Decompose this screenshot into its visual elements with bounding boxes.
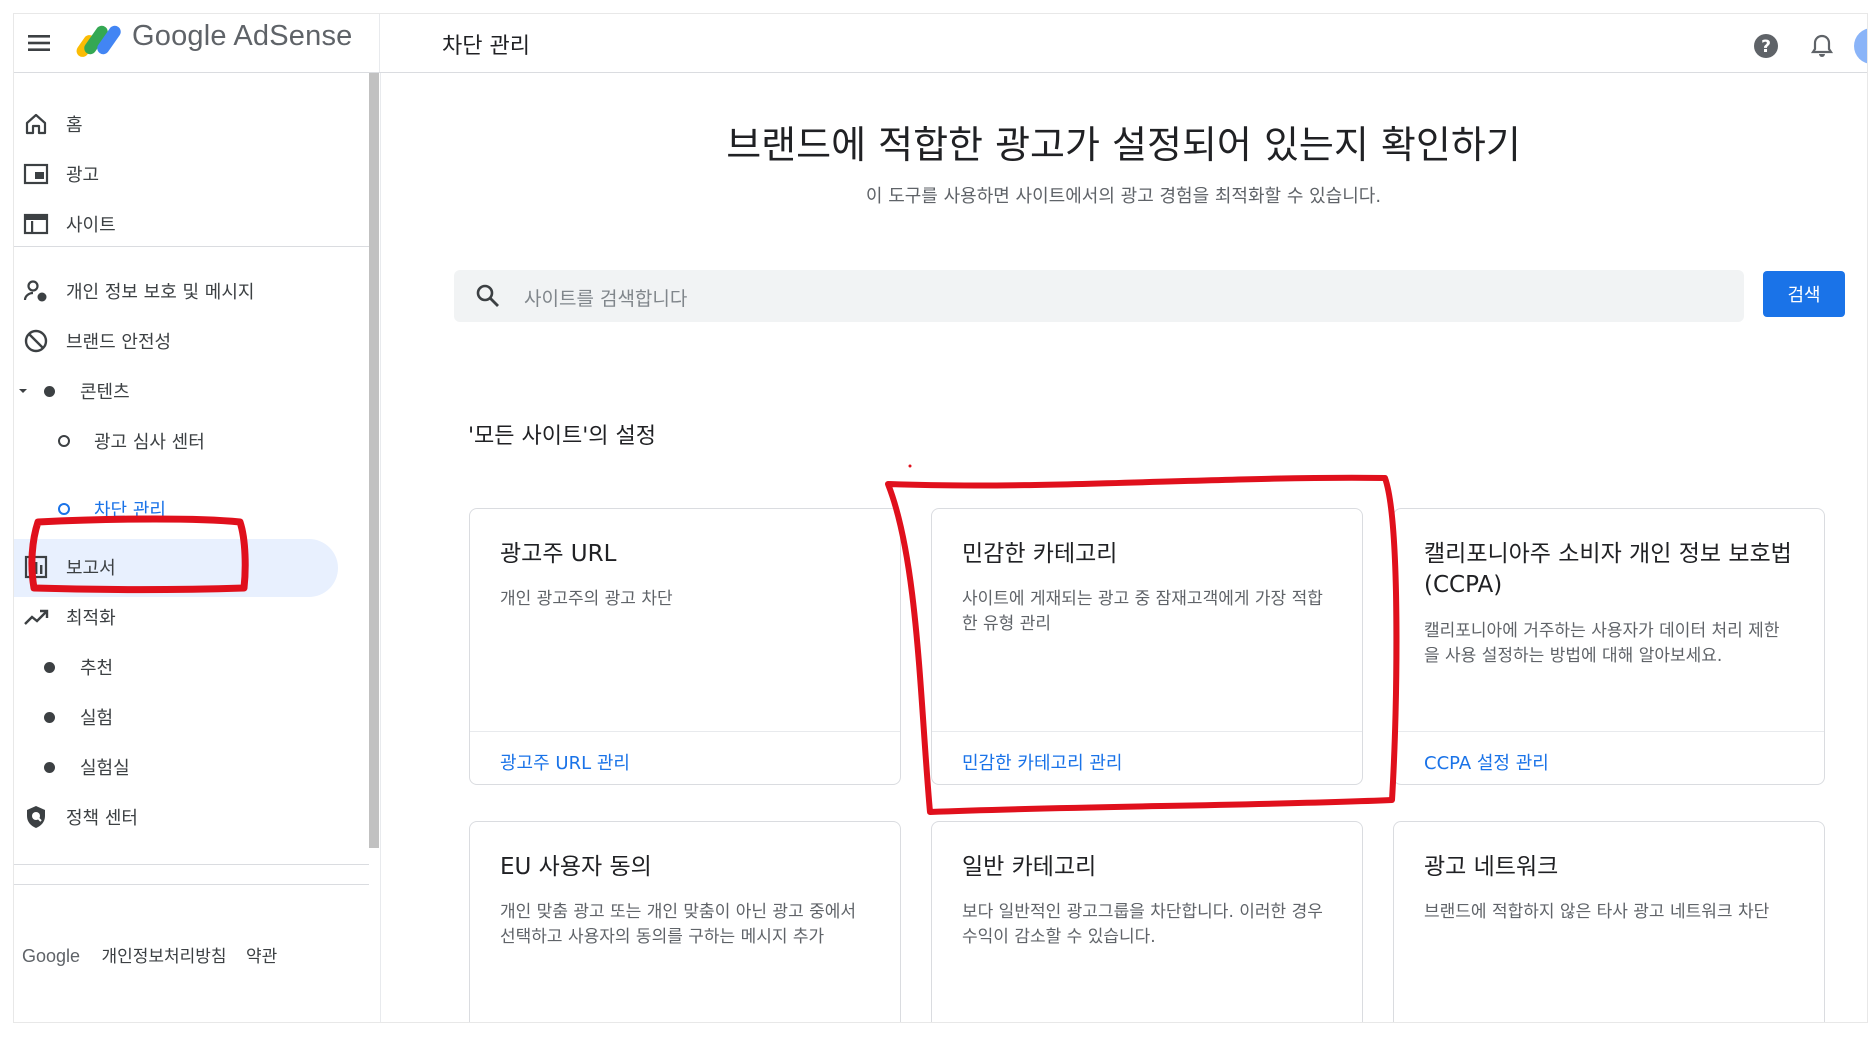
notification-bell-icon[interactable]: [1808, 32, 1836, 60]
dot-icon: [44, 712, 55, 723]
hamburger-menu-icon[interactable]: [24, 28, 54, 58]
privacy-policy-link[interactable]: 개인정보처리방침: [101, 947, 226, 967]
manage-advertiser-url-link[interactable]: 광고주 URL 관리: [500, 749, 630, 775]
card-title: 민감한 카테고리: [962, 541, 1118, 567]
sidebar-item-policy-center[interactable]: 정책 센터: [14, 792, 354, 842]
sidebar-item-label: 광고: [66, 165, 100, 186]
policy-shield-icon: [27, 806, 45, 828]
page-title: 차단 관리: [442, 34, 530, 59]
search-placeholder: 사이트를 검색합니다: [524, 288, 688, 310]
sidebar-item-label: 콘텐츠: [80, 382, 130, 403]
sidebar-item-reports[interactable]: 보고서: [14, 542, 354, 592]
sidebar-divider: [14, 864, 369, 865]
sidebar-item-label: 차단 관리: [94, 500, 166, 521]
sidebar-divider: [14, 246, 369, 247]
manage-sensitive-categories-link[interactable]: 민감한 카테고리 관리: [962, 749, 1122, 775]
card-title: EU 사용자 동의: [500, 854, 652, 880]
section-title: '모든 사이트'의 설정: [468, 424, 657, 449]
trending-up-icon: [24, 609, 49, 625]
search-button[interactable]: 검색: [1763, 271, 1845, 317]
block-icon: [24, 329, 48, 353]
sidebar-item-label: 개인 정보 보호 및 메시지: [66, 282, 255, 303]
sidebar-item-brand-safety[interactable]: 브랜드 안전성: [14, 316, 354, 366]
ring-icon: [58, 435, 70, 447]
sidebar-item-label: 광고 심사 센터: [94, 432, 205, 453]
account-avatar[interactable]: [1854, 28, 1867, 64]
card-title: 캘리포니아주 소비자 개인 정보 보호법(CCPA): [1424, 541, 1792, 598]
top-app-bar: Google AdSense 차단 관리 ?: [14, 14, 1867, 73]
dot-icon: [44, 762, 55, 773]
site-search-field[interactable]: 사이트를 검색합니다: [454, 270, 1744, 322]
app-logo-text: Google AdSense: [132, 20, 353, 52]
app-window: Google AdSense 차단 관리 ? 홈 광고 사이트 개인 정보 보호…: [14, 14, 1867, 1022]
card-divider: [1394, 731, 1824, 732]
svg-text:?: ?: [1761, 37, 1771, 57]
dot-icon: [44, 662, 55, 673]
sidebar-item-recommendations[interactable]: 추천: [14, 642, 354, 692]
sidebar-item-experiments[interactable]: 실험: [14, 692, 354, 742]
help-icon[interactable]: ?: [1752, 32, 1780, 60]
sidebar-item-label: 최적화: [66, 608, 116, 629]
sidebar-item-label: 실험: [80, 708, 114, 729]
card-description: 개인 맞춤 광고 또는 개인 맞춤이 아닌 광고 중에서 선택하고 사용자의 동…: [500, 902, 857, 947]
sidebar-item-label: 브랜드 안전성: [66, 332, 172, 353]
sidebar-scrollbar[interactable]: [369, 73, 379, 848]
reports-icon: [24, 555, 48, 579]
card-title: 광고주 URL: [500, 541, 617, 567]
card-advertiser-url: 광고주 URL 개인 광고주의 광고 차단 광고주 URL 관리: [469, 508, 901, 785]
footer-google-logo: Google: [22, 946, 81, 966]
sites-icon: [23, 213, 49, 235]
sidebar-item-privacy-messaging[interactable]: 개인 정보 보호 및 메시지: [14, 266, 354, 316]
hero-subtitle: 이 도구를 사용하면 사이트에서의 광고 경험을 최적화할 수 있습니다.: [865, 186, 1382, 207]
card-eu-user-consent: EU 사용자 동의 개인 맞춤 광고 또는 개인 맞춤이 아닌 광고 중에서 선…: [469, 821, 901, 1022]
expand-caret-icon: [19, 389, 27, 393]
sidebar-footer: Google 개인정보처리방침 약관: [22, 942, 291, 967]
card-description: 브랜드에 적합하지 않은 타사 광고 네트워크 차단: [1424, 902, 1770, 922]
search-icon: [476, 284, 499, 307]
card-sensitive-categories: 민감한 카테고리 사이트에 게재되는 광고 중 잠재고객에게 가장 적합한 유형…: [931, 508, 1363, 785]
card-divider: [470, 731, 900, 732]
card-divider: [932, 731, 1362, 732]
sidebar-item-optimization[interactable]: 최적화: [14, 592, 354, 642]
sidebar-item-ads[interactable]: 광고: [14, 149, 354, 199]
sidebar-divider: [14, 884, 369, 885]
card-ad-networks: 광고 네트워크 브랜드에 적합하지 않은 타사 광고 네트워크 차단: [1393, 821, 1825, 1022]
sidebar-item-label: 정책 센터: [66, 808, 138, 829]
card-description: 보다 일반적인 광고그룹을 차단합니다. 이러한 경우 수익이 감소할 수 있습…: [962, 902, 1323, 947]
sidebar-item-label: 사이트: [66, 215, 116, 236]
card-description: 사이트에 게재되는 광고 중 잠재고객에게 가장 적합한 유형 관리: [962, 589, 1323, 634]
terms-link[interactable]: 약관: [246, 947, 277, 967]
sidebar-item-labs[interactable]: 실험실: [14, 742, 354, 792]
dot-icon: [44, 386, 55, 397]
home-icon: [25, 113, 47, 135]
adsense-logo-icon: [76, 25, 121, 57]
card-ccpa: 캘리포니아주 소비자 개인 정보 보호법(CCPA) 캘리포니아에 거주하는 사…: [1393, 508, 1825, 785]
card-description: 개인 광고주의 광고 차단: [500, 589, 673, 609]
sidebar-item-blocking-controls[interactable]: 차단 관리: [14, 484, 354, 534]
sidebar-item-label: 홈: [66, 115, 83, 136]
sidebar-item-label: 실험실: [80, 758, 130, 779]
header-divider: [379, 14, 380, 72]
sidebar-item-sites[interactable]: 사이트: [14, 199, 354, 249]
card-title: 일반 카테고리: [962, 854, 1097, 880]
privacy-messaging-icon: [23, 280, 47, 302]
card-general-categories: 일반 카테고리 보다 일반적인 광고그룹을 차단합니다. 이러한 경우 수익이 …: [931, 821, 1363, 1022]
sidebar-item-content[interactable]: 콘텐츠: [14, 366, 354, 416]
hero-title: 브랜드에 적합한 광고가 설정되어 있는지 확인하기: [726, 123, 1521, 167]
sidebar-item-home[interactable]: 홈: [14, 99, 354, 149]
sidebar-item-ad-review-center[interactable]: 광고 심사 센터: [14, 416, 354, 466]
card-title: 광고 네트워크: [1424, 854, 1559, 880]
manage-ccpa-link[interactable]: CCPA 설정 관리: [1424, 749, 1549, 775]
ads-icon: [23, 163, 49, 185]
card-description: 캘리포니아에 거주하는 사용자가 데이터 처리 제한을 사용 설정하는 방법에 …: [1424, 621, 1780, 666]
sidebar-item-label: 추천: [80, 658, 114, 679]
ring-icon: [58, 503, 70, 515]
sidebar-item-label: 보고서: [66, 558, 116, 579]
